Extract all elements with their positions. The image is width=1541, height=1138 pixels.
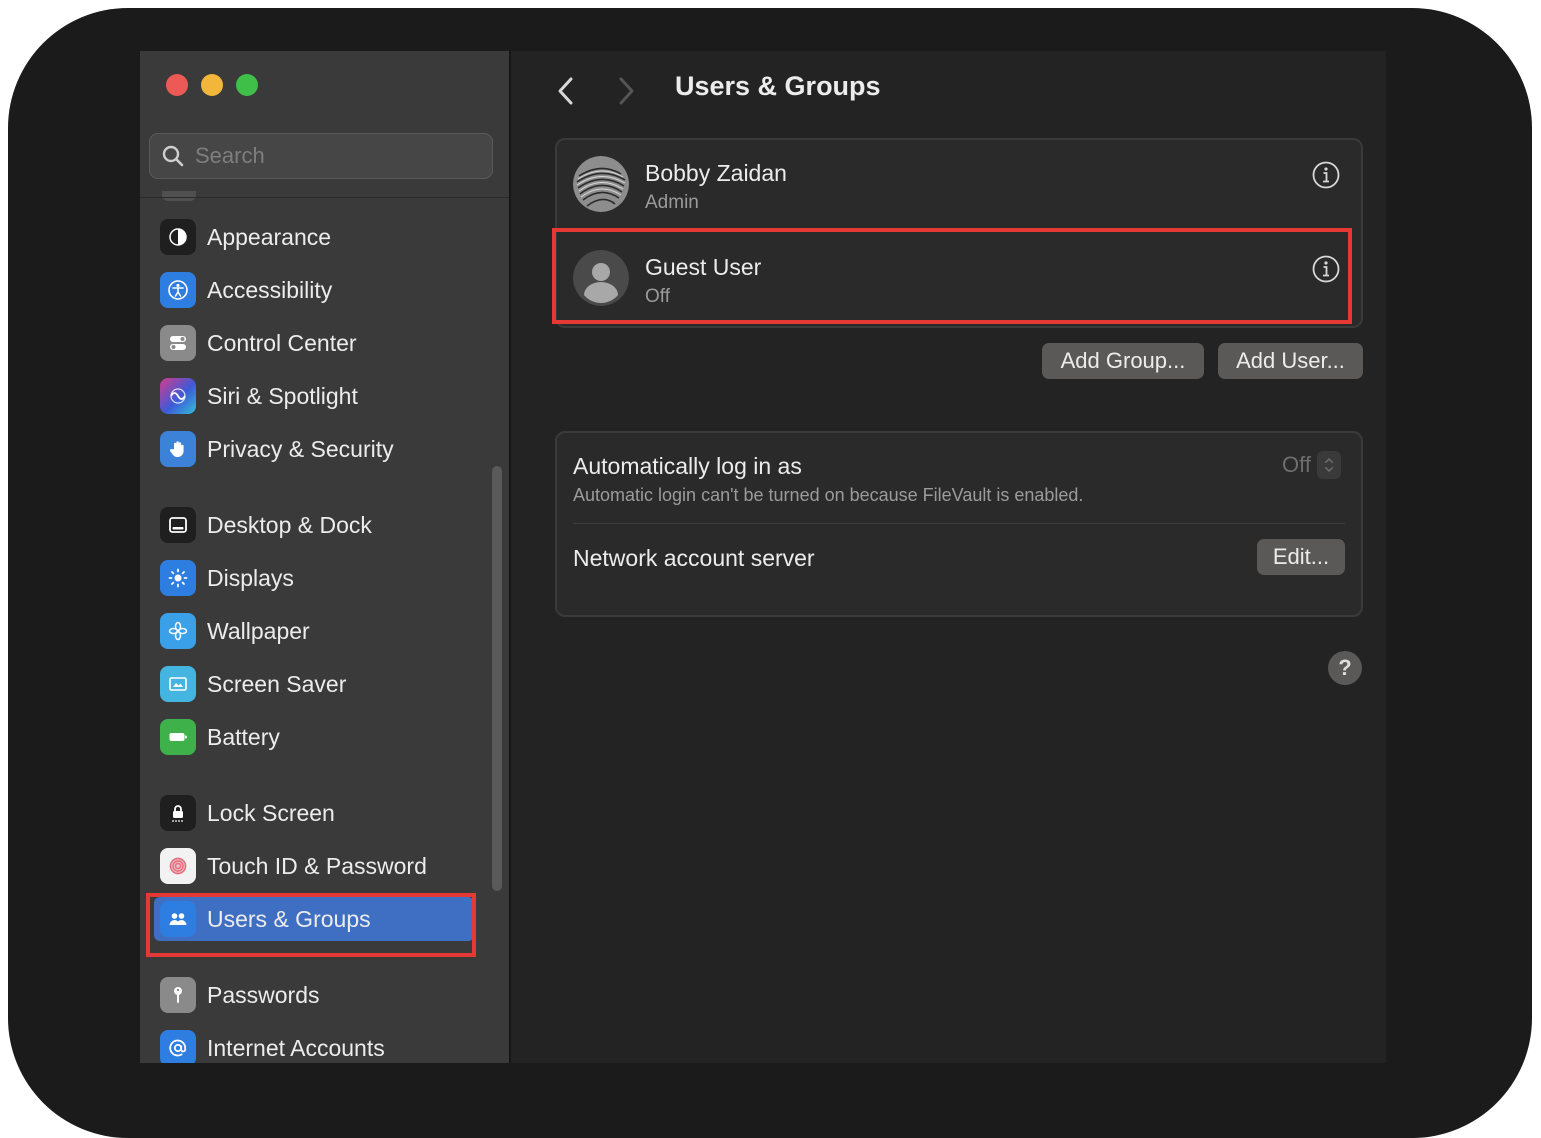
sidebar-item-label: Battery <box>207 723 280 750</box>
auto-login-label: Automatically log in as <box>573 453 802 479</box>
screenshot-frame: Search Appearance Accessibility Control … <box>8 8 1532 1138</box>
sidebar-item-appearance[interactable]: Appearance <box>154 215 474 259</box>
sidebar-item-users-groups[interactable]: Users & Groups <box>154 897 474 941</box>
user-name: Guest User <box>645 254 762 280</box>
sidebar-item-label: Accessibility <box>207 276 333 303</box>
fingerprint-icon <box>160 848 196 884</box>
sidebar-item-touch-id-password[interactable]: Touch ID & Password <box>154 844 474 888</box>
avatar <box>573 156 629 212</box>
sidebar-item-label: Displays <box>207 564 294 591</box>
user-row-guest[interactable]: Guest User Off <box>557 234 1361 328</box>
sidebar-item-label: Privacy & Security <box>207 435 394 462</box>
sidebar-item-screen-saver[interactable]: Screen Saver <box>154 662 474 706</box>
sidebar-scrollbar[interactable] <box>492 466 502 891</box>
edit-button[interactable]: Edit... <box>1257 539 1345 575</box>
sidebar-item-wallpaper[interactable]: Wallpaper <box>154 609 474 653</box>
settings-window: Search Appearance Accessibility Control … <box>140 51 1386 1063</box>
appearance-icon <box>160 219 196 255</box>
sidebar-item-battery[interactable]: Battery <box>154 715 474 759</box>
login-settings-panel: Automatically log in as Automatic login … <box>555 431 1363 617</box>
minimize-button[interactable] <box>201 74 223 96</box>
search-input[interactable]: Search <box>149 133 493 179</box>
sidebar-item-label: Wallpaper <box>207 617 310 644</box>
sidebar-item-siri-spotlight[interactable]: Siri & Spotlight <box>154 374 474 418</box>
user-row-bobby[interactable]: Bobby Zaidan Admin <box>557 140 1361 234</box>
sidebar-item-desktop-dock[interactable]: Desktop & Dock <box>154 503 474 547</box>
key-icon <box>160 977 196 1013</box>
at-icon <box>160 1030 196 1063</box>
avatar <box>573 250 629 306</box>
search-placeholder: Search <box>195 143 265 168</box>
wallpaper-icon <box>160 613 196 649</box>
siri-icon <box>160 378 196 414</box>
sidebar-item-passwords[interactable]: Passwords <box>154 973 474 1017</box>
sidebar-item-label: Users & Groups <box>207 905 371 932</box>
sidebar-item-label: Desktop & Dock <box>207 511 372 538</box>
accessibility-icon <box>160 272 196 308</box>
main-pane: Users & Groups Bobby Zaidan Admin Guest … <box>511 51 1386 1063</box>
sidebar-item-label: Siri & Spotlight <box>207 382 358 409</box>
forward-arrow-icon[interactable] <box>611 73 641 109</box>
sidebar-item-internet-accounts[interactable]: Internet Accounts <box>154 1026 474 1063</box>
battery-icon <box>160 719 196 755</box>
sidebar-item-label: Touch ID & Password <box>207 852 427 879</box>
sidebar-item-privacy-security[interactable]: Privacy & Security <box>154 427 474 471</box>
auto-login-select[interactable]: Off <box>1282 451 1341 479</box>
back-arrow-icon[interactable] <box>551 73 581 109</box>
screen-saver-icon <box>160 666 196 702</box>
user-status: Off <box>645 286 670 307</box>
users-list: Bobby Zaidan Admin Guest User Off <box>555 138 1363 328</box>
user-role: Admin <box>645 192 699 213</box>
sidebar-item-displays[interactable]: Displays <box>154 556 474 600</box>
add-user-button[interactable]: Add User... <box>1218 343 1363 379</box>
sidebar-item-accessibility[interactable]: Accessibility <box>154 268 474 312</box>
dock-icon <box>160 507 196 543</box>
close-button[interactable] <box>166 74 188 96</box>
sidebar-item-label: Passwords <box>207 981 320 1008</box>
scrolled-item-stub <box>162 191 196 201</box>
sidebar-item-label: Screen Saver <box>207 670 347 697</box>
users-icon <box>160 901 196 937</box>
search-icon <box>162 145 184 167</box>
sidebar-divider <box>140 197 509 198</box>
page-title: Users & Groups <box>675 71 881 101</box>
sidebar-item-label: Internet Accounts <box>207 1034 385 1061</box>
network-server-label: Network account server <box>573 545 815 571</box>
traffic-lights <box>166 74 258 96</box>
info-icon[interactable] <box>1311 160 1341 190</box>
sidebar-item-label: Control Center <box>207 329 357 356</box>
auto-login-value: Off <box>1282 452 1311 477</box>
sun-icon <box>160 560 196 596</box>
sidebar-item-label: Appearance <box>207 223 332 250</box>
chevron-up-down-icon <box>1317 451 1341 479</box>
control-center-icon <box>160 325 196 361</box>
zoom-button[interactable] <box>236 74 258 96</box>
auto-login-note: Automatic login can't be turned on becau… <box>573 485 1084 505</box>
sidebar-item-lock-screen[interactable]: Lock Screen <box>154 791 474 835</box>
help-button[interactable]: ? <box>1328 651 1362 685</box>
row-divider <box>573 523 1345 524</box>
info-icon[interactable] <box>1311 254 1341 284</box>
sidebar-item-label: Lock Screen <box>207 799 335 826</box>
sidebar-item-control-center[interactable]: Control Center <box>154 321 474 365</box>
user-name: Bobby Zaidan <box>645 160 787 186</box>
sidebar: Search Appearance Accessibility Control … <box>140 51 511 1063</box>
add-group-button[interactable]: Add Group... <box>1042 343 1204 379</box>
lock-icon <box>160 795 196 831</box>
hand-icon <box>160 431 196 467</box>
